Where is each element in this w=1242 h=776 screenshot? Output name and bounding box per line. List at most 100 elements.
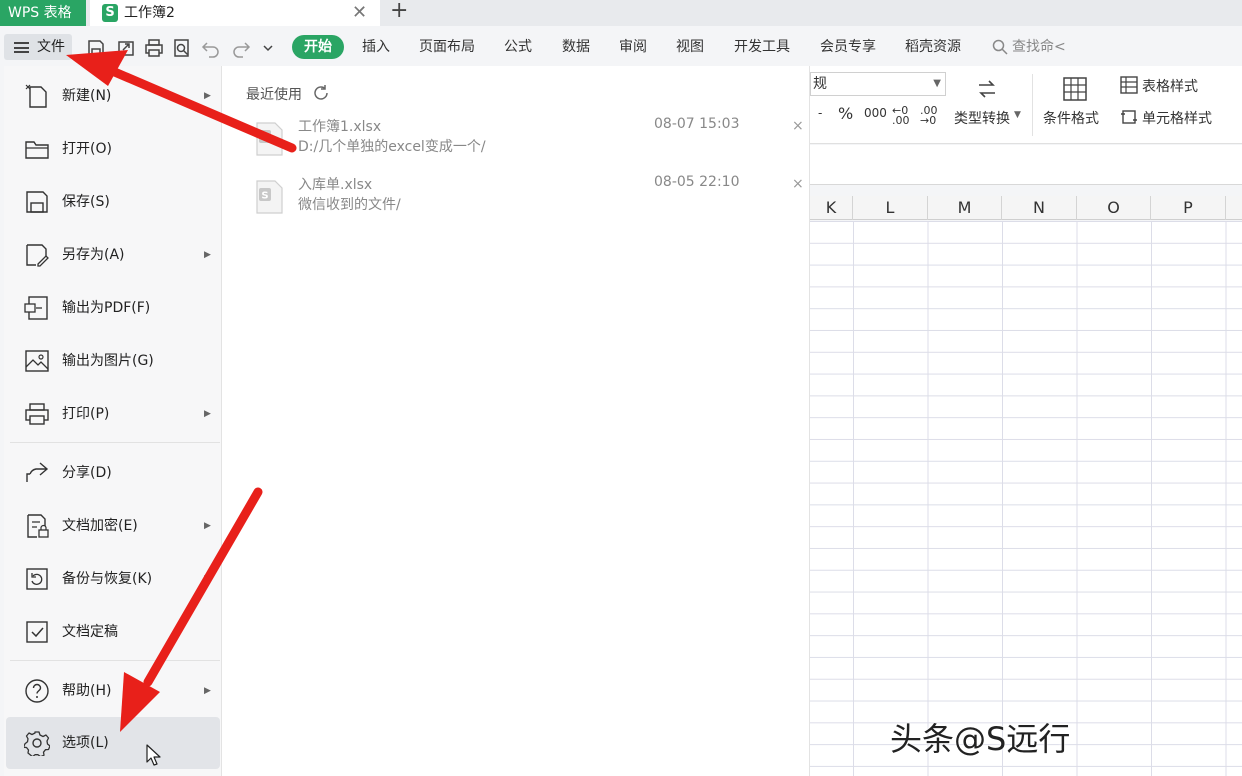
submenu-arrow-icon: ▶ <box>204 521 211 531</box>
submenu-arrow-icon: ▶ <box>204 91 211 101</box>
gear-icon <box>24 731 50 756</box>
file-menu-panel: 新建(N) ▶ 打开(O) 保存(S) 另存为(A) ▶ 输出为PDF(F) 输… <box>4 66 222 776</box>
submenu-arrow-icon: ▶ <box>204 409 211 419</box>
chevron-down-icon: ▼ <box>1014 110 1021 120</box>
menu-item-finalize[interactable]: 文档定稿 <box>6 606 220 658</box>
percent-button[interactable]: % <box>838 104 853 123</box>
app-tab-label: WPS 表格 <box>8 5 72 21</box>
menu-item-share[interactable]: 分享(D) <box>6 447 220 499</box>
main-toolbar: 文件 开始 插入 页面布局 公式 数据 审阅 视图 开发工具 会员专享 稻壳资源… <box>0 28 1242 66</box>
recent-file-time: 08-07 15:03 <box>654 116 740 132</box>
recent-file-name: 工作簿1.xlsx <box>298 119 382 135</box>
redo-icon[interactable] <box>231 38 251 58</box>
finalize-icon <box>26 621 48 643</box>
column-header[interactable]: O <box>1077 196 1151 220</box>
refresh-icon[interactable] <box>312 84 330 102</box>
menu-item-export-image[interactable]: 输出为图片(G) <box>6 335 220 387</box>
menu-item-help[interactable]: 帮助(H) ▶ <box>6 665 220 717</box>
close-tab-icon[interactable]: ✕ <box>352 0 367 26</box>
menu-item-save-as[interactable]: 另存为(A) ▶ <box>6 229 220 281</box>
menu-item-options[interactable]: 选项(L) <box>6 717 220 769</box>
save-icon <box>26 191 48 213</box>
file-menu-label: 文件 <box>37 39 65 55</box>
column-header[interactable]: K <box>810 196 853 220</box>
menu-item-print[interactable]: 打印(P) ▶ <box>6 388 220 440</box>
tab-docer[interactable]: 稻壳资源 <box>905 35 961 59</box>
remove-recent-icon[interactable]: × <box>792 176 804 192</box>
new-file-icon <box>25 84 47 108</box>
thousands-button[interactable]: 000 <box>864 106 887 120</box>
watermark-text: 头条@S远行 <box>890 720 1071 758</box>
recent-file-path: D:/几个单独的excel变成一个/ <box>298 139 486 155</box>
tab-review[interactable]: 审阅 <box>619 35 647 59</box>
folder-open-icon <box>25 141 49 159</box>
tab-insert[interactable]: 插入 <box>362 35 390 59</box>
cell-style-button[interactable]: 单元格样式 <box>1142 108 1212 128</box>
remove-recent-icon[interactable]: × <box>792 118 804 134</box>
print-icon[interactable] <box>144 38 164 58</box>
increase-decimal-button[interactable]: ←0 .00 <box>892 105 912 126</box>
image-export-icon <box>25 350 49 372</box>
menu-item-label: 备份与恢复(K) <box>62 571 153 587</box>
currency-dropdown[interactable]: - <box>818 106 822 120</box>
menu-item-label: 输出为PDF(F) <box>62 300 151 316</box>
column-header[interactable]: M <box>928 196 1002 220</box>
share-icon <box>26 462 49 482</box>
tab-developer[interactable]: 开发工具 <box>734 35 790 59</box>
mouse-cursor-icon <box>146 744 161 766</box>
cell-grid[interactable] <box>810 221 1242 776</box>
more-dropdown-icon[interactable] <box>261 38 275 58</box>
number-format-value: 规 <box>813 76 827 92</box>
search-icon <box>992 39 1008 55</box>
recent-file-time: 08-05 22:10 <box>654 174 740 190</box>
menu-item-save[interactable]: 保存(S) <box>6 176 220 228</box>
menu-item-label: 文档加密(E) <box>62 518 138 534</box>
help-icon <box>25 679 49 703</box>
tab-page-layout[interactable]: 页面布局 <box>419 35 475 59</box>
menu-item-label: 帮助(H) <box>62 683 112 699</box>
menu-item-open[interactable]: 打开(O) <box>6 123 220 175</box>
print-icon <box>25 403 49 425</box>
export-icon[interactable] <box>116 38 136 58</box>
submenu-arrow-icon: ▶ <box>204 574 211 584</box>
document-tab[interactable]: S 工作簿2 ✕ <box>90 0 380 26</box>
app-tab-wps[interactable]: WPS 表格 <box>0 0 86 26</box>
menu-item-label: 新建(N) <box>62 88 112 104</box>
document-tab-label: 工作簿2 <box>124 5 175 21</box>
ribbon-panel: 规 ▼ - % 000 ←0 .00 .00 →0 类型转换 ▼ 条件格式 表格… <box>810 66 1242 144</box>
recent-file-name: 入库单.xlsx <box>298 177 373 193</box>
type-convert-button[interactable]: 类型转换 <box>954 108 1010 128</box>
menu-item-encrypt[interactable]: 文档加密(E) ▶ <box>6 500 220 552</box>
recent-file-path: 微信收到的文件/ <box>298 197 401 213</box>
file-menu-button[interactable]: 文件 <box>4 34 72 60</box>
column-header[interactable]: N <box>1002 196 1077 220</box>
recent-file-item[interactable]: S 入库单.xlsx 微信收到的文件/ 08-05 22:10 × <box>246 174 806 224</box>
submenu-arrow-icon: ▶ <box>204 250 211 260</box>
encrypt-icon <box>27 514 49 538</box>
number-format-select[interactable]: 规 ▼ <box>810 72 946 96</box>
menu-item-export-pdf[interactable]: 输出为PDF(F) <box>6 282 220 334</box>
tab-home[interactable]: 开始 <box>292 35 344 59</box>
recent-file-item[interactable]: S 工作簿1.xlsx D:/几个单独的excel变成一个/ 08-07 15:… <box>246 116 806 166</box>
undo-icon[interactable] <box>201 38 221 58</box>
menu-item-label: 输出为图片(G) <box>62 353 154 369</box>
spreadsheet-file-icon: S <box>256 122 283 156</box>
column-header[interactable]: P <box>1151 196 1226 220</box>
menu-item-label: 打印(P) <box>62 406 110 422</box>
table-style-button[interactable]: 表格样式 <box>1142 76 1198 96</box>
submenu-arrow-icon: ▶ <box>204 686 211 696</box>
menu-item-backup[interactable]: 备份与恢复(K) ▶ <box>6 553 220 605</box>
save-icon[interactable] <box>86 38 106 58</box>
column-header[interactable]: L <box>853 196 928 220</box>
tab-data[interactable]: 数据 <box>562 35 590 59</box>
spreadsheet-file-icon: S <box>256 180 283 214</box>
tab-member[interactable]: 会员专享 <box>820 35 876 59</box>
menu-item-new[interactable]: 新建(N) ▶ <box>6 70 220 122</box>
tab-view[interactable]: 视图 <box>676 35 704 59</box>
new-tab-icon[interactable]: + <box>390 0 408 24</box>
tab-formulas[interactable]: 公式 <box>504 35 532 59</box>
conditional-format-button[interactable]: 条件格式 <box>1043 108 1099 128</box>
decrease-decimal-button[interactable]: .00 →0 <box>920 105 942 126</box>
column-headers: K L M N O P <box>810 196 1242 220</box>
print-preview-icon[interactable] <box>172 38 192 58</box>
